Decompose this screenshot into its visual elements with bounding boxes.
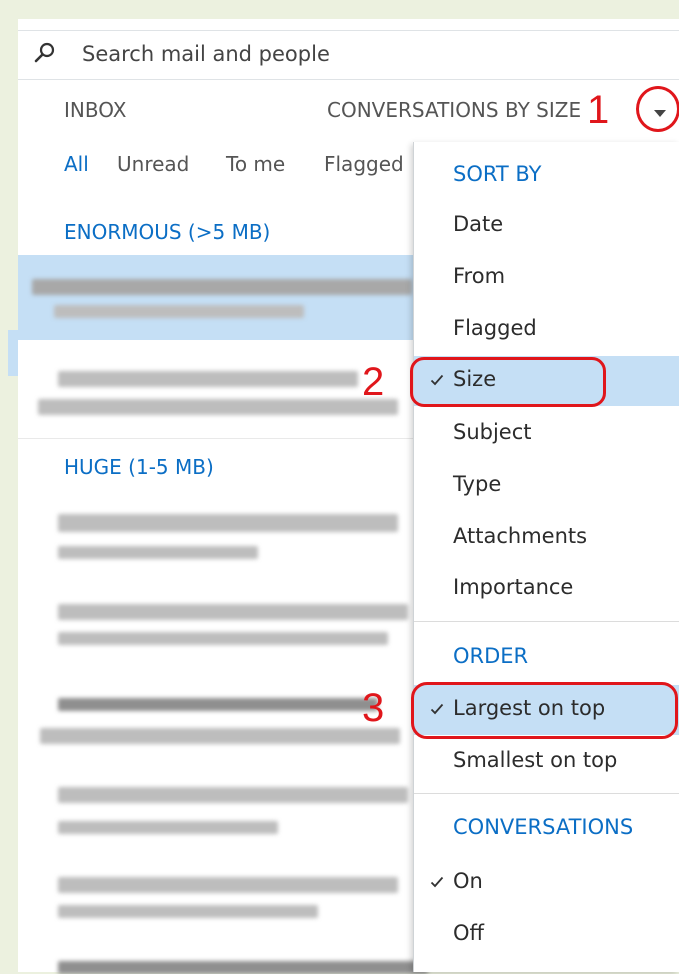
sort-by-type[interactable]: Type: [414, 461, 679, 511]
sort-by-flagged[interactable]: Flagged: [414, 305, 679, 355]
annotation-number-3: 3: [362, 686, 385, 730]
conversations-on[interactable]: On: [414, 858, 679, 908]
sort-by-importance[interactable]: Importance: [414, 564, 679, 614]
group-header-enormous: ENORMOUS (>5 MB): [64, 220, 271, 244]
message-item[interactable]: [18, 592, 418, 667]
filter-flagged[interactable]: Flagged: [324, 152, 404, 176]
search-bar[interactable]: [18, 30, 679, 80]
annotation-number-1: 1: [587, 88, 610, 132]
annotation-number-2: 2: [362, 360, 385, 404]
sort-by-heading: SORT BY: [453, 162, 542, 186]
message-item[interactable]: [18, 865, 418, 935]
filter-all[interactable]: All: [64, 152, 89, 176]
group-header-huge: HUGE (1-5 MB): [64, 455, 214, 479]
order-smallest-on-top[interactable]: Smallest on top: [414, 737, 679, 787]
checkmark-icon: [430, 876, 444, 888]
menu-divider: [414, 793, 679, 794]
search-icon: [34, 42, 55, 63]
filter-unread[interactable]: Unread: [117, 152, 189, 176]
sort-by-attachments[interactable]: Attachments: [414, 513, 679, 563]
message-item[interactable]: [18, 775, 418, 855]
folder-title: INBOX: [64, 98, 127, 122]
message-item[interactable]: [18, 500, 418, 580]
search-input[interactable]: [80, 41, 644, 67]
filter-to-me[interactable]: To me: [226, 152, 285, 176]
message-item[interactable]: [18, 680, 418, 760]
message-item[interactable]: [18, 355, 418, 435]
sort-by-subject[interactable]: Subject: [414, 409, 679, 459]
message-item[interactable]: [18, 255, 418, 340]
conversations-off[interactable]: Off: [414, 910, 679, 960]
order-heading: ORDER: [453, 644, 529, 668]
selection-edge: [8, 330, 18, 376]
menu-divider: [414, 621, 679, 622]
annotation-circle-1: [636, 86, 679, 132]
sort-by-from[interactable]: From: [414, 253, 679, 303]
annotation-box-3: [411, 682, 678, 739]
view-sort-label[interactable]: CONVERSATIONS BY SIZE: [327, 98, 581, 122]
sort-by-date[interactable]: Date: [414, 201, 679, 251]
annotation-box-2: [410, 357, 606, 407]
conversations-heading: CONVERSATIONS: [453, 815, 634, 839]
sort-menu: SORT BY Date From Flagged Size Subject T…: [413, 142, 679, 972]
message-item[interactable]: [18, 955, 428, 974]
